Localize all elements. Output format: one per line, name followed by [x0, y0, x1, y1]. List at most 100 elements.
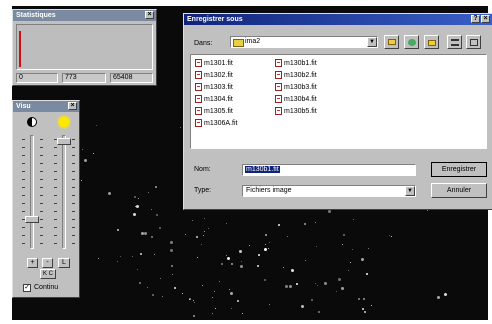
star	[338, 278, 341, 281]
stats-close-button[interactable]: ×	[145, 11, 154, 19]
minus-button[interactable]: -	[42, 258, 53, 268]
folder-icon	[233, 39, 244, 47]
star	[81, 180, 82, 181]
star	[144, 232, 147, 235]
star	[358, 298, 360, 300]
file-list-item[interactable]: m130b3.fit	[275, 83, 317, 92]
stats-window: Statistiques × 0 773 65408	[12, 9, 157, 86]
star	[192, 220, 193, 221]
star	[133, 213, 136, 216]
file-list-item[interactable]: m1306A.fit	[195, 119, 237, 128]
star	[156, 214, 158, 216]
brightness-slider-track[interactable]	[62, 135, 66, 249]
star	[219, 281, 220, 282]
slider-tick	[22, 203, 25, 204]
star	[341, 287, 344, 290]
star	[362, 308, 364, 310]
brightness-icon	[59, 117, 69, 127]
slider-tick	[54, 195, 57, 196]
star	[242, 313, 243, 314]
brightness-slider-thumb[interactable]	[57, 138, 71, 145]
slider-tick	[40, 155, 43, 156]
file-list-item[interactable]: m130b1.fit	[275, 59, 317, 68]
slider-tick	[40, 235, 43, 236]
slider-tick	[54, 203, 57, 204]
star	[172, 274, 173, 275]
view-titlebar[interactable]: Visu ×	[13, 101, 79, 112]
contrast-slider-thumb[interactable]	[25, 216, 39, 223]
slider-tick	[22, 155, 25, 156]
slider-tick	[40, 243, 43, 244]
cancel-button[interactable]: Annuler	[431, 183, 487, 198]
slider-tick	[72, 235, 75, 236]
stats-max-text: 65408	[113, 74, 133, 81]
new-folder-icon[interactable]	[424, 35, 439, 49]
kc-button[interactable]: K C	[40, 269, 56, 279]
slider-tick	[22, 235, 25, 236]
desktop-icon[interactable]	[404, 35, 419, 49]
stats-titlebar[interactable]: Statistiques ×	[13, 10, 156, 21]
file-list-item[interactable]: m1303.fit	[195, 83, 233, 92]
dialog-close-button[interactable]: ×	[481, 15, 490, 23]
star	[141, 232, 144, 235]
star	[226, 255, 227, 256]
star	[278, 224, 280, 226]
star	[311, 299, 313, 301]
file-list-item[interactable]: m130b4.fit	[275, 95, 317, 104]
file-list-item[interactable]: m130b5.fit	[275, 107, 317, 116]
l-button[interactable]: L	[58, 258, 70, 268]
save-dialog-titlebar[interactable]: Enregistrer sous ? ×	[184, 14, 492, 25]
star	[315, 283, 316, 284]
type-dropdown-arrow[interactable]: ▼	[405, 186, 415, 196]
star	[283, 267, 284, 268]
file-icon	[275, 95, 282, 104]
help-button[interactable]: ?	[471, 15, 480, 23]
file-list-item[interactable]: m1304.fit	[195, 95, 233, 104]
list-view-icon[interactable]	[447, 35, 462, 49]
filename-selected-text: m130b1.fit	[245, 166, 280, 173]
file-list-item[interactable]: m130b2.fit	[275, 71, 317, 80]
filename-input[interactable]: m130b1.fit	[242, 164, 416, 176]
folder-select[interactable]: ima2 ▼	[230, 36, 378, 48]
save-button[interactable]: Enregistrer	[431, 162, 487, 177]
save-dialog-title: Enregistrer sous	[187, 16, 243, 23]
star	[258, 254, 260, 256]
view-close-button[interactable]: ×	[68, 102, 77, 110]
file-list-item[interactable]: m1305.fit	[195, 107, 233, 116]
file-list-item[interactable]: m1301.fit	[195, 59, 233, 68]
stats-min-text: 0	[19, 74, 23, 81]
up-folder-icon[interactable]	[384, 35, 399, 49]
details-view-icon[interactable]	[466, 35, 481, 49]
slider-tick	[72, 171, 75, 172]
folder-dropdown-arrow[interactable]: ▼	[367, 37, 377, 47]
star	[185, 234, 186, 235]
star	[98, 258, 99, 259]
file-name: m130b5.fit	[284, 108, 317, 115]
file-list-item[interactable]: m1302.fit	[195, 71, 233, 80]
star	[151, 209, 152, 210]
plus-button[interactable]: +	[27, 258, 38, 268]
star	[289, 285, 292, 288]
type-select[interactable]: Fichiers image ▼	[242, 185, 416, 197]
star	[84, 159, 87, 162]
star	[231, 308, 232, 309]
star	[231, 263, 233, 265]
file-icon	[275, 59, 282, 68]
star	[227, 257, 230, 260]
star	[148, 192, 149, 193]
contrast-slider-track[interactable]	[30, 135, 34, 249]
slider-tick	[22, 147, 25, 148]
continu-checkbox[interactable]: ✓	[23, 284, 31, 292]
star	[96, 125, 97, 126]
slider-tick	[40, 163, 43, 164]
star	[444, 293, 447, 296]
file-name: m1305.fit	[204, 108, 233, 115]
slider-tick	[40, 171, 43, 172]
type-value: Fichiers image	[246, 187, 292, 194]
star	[212, 313, 213, 314]
star	[108, 192, 111, 195]
nom-label: Nom:	[194, 166, 211, 173]
file-name: m1301.fit	[204, 60, 233, 67]
star	[336, 291, 337, 292]
star	[160, 278, 161, 279]
